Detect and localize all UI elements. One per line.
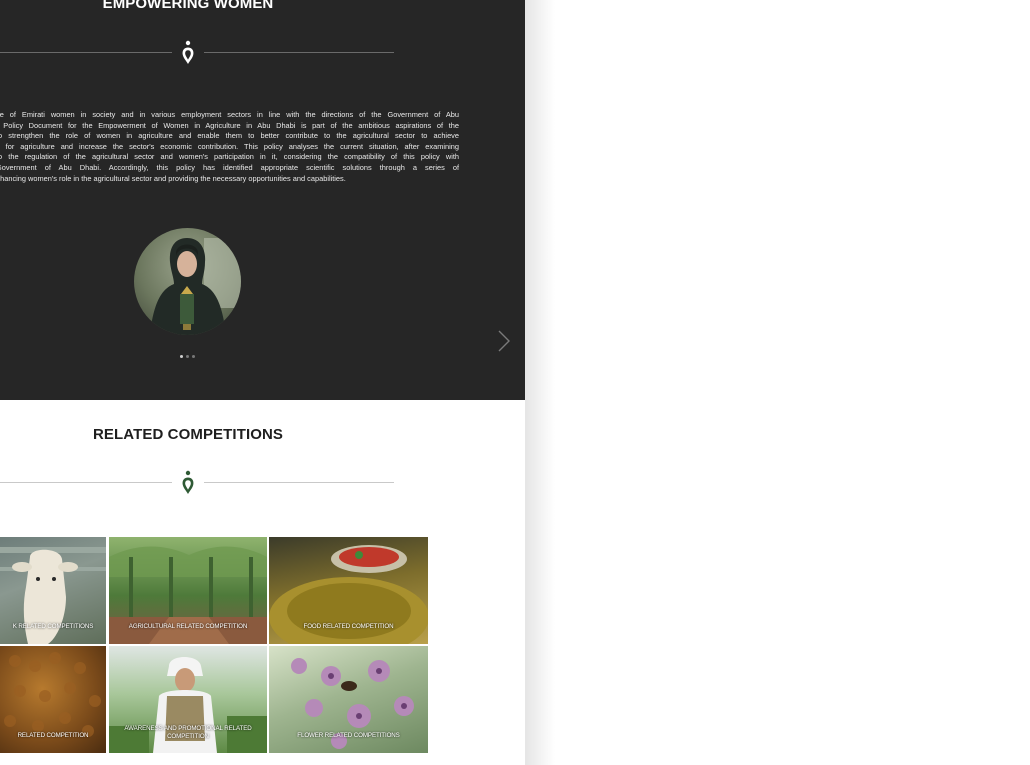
competition-tile-awareness[interactable]: AWARENESS AND PROMOTIONAL RELATED COMPET…: [109, 646, 267, 753]
competition-tile-label: AGRICULTURAL RELATED COMPETITION: [128, 622, 248, 630]
carousel-dot[interactable]: [180, 355, 183, 358]
divider-line-right: [204, 482, 394, 483]
competition-tile-label: K RELATED COMPETITIONS: [12, 622, 94, 630]
paragraph-line: s for agriculture and increase the secto…: [0, 141, 459, 151]
competition-tile-label: FLOWER RELATED COMPETITIONS: [297, 731, 400, 739]
ornament-icon: [182, 470, 194, 494]
page-panel: EMPOWERING WOMEN ce of Emirati women in …: [0, 0, 525, 765]
woman-portrait-image: [150, 238, 241, 335]
paragraph-line: to the regulation of the agricultural se…: [0, 152, 459, 162]
competitions-grid: K RELATED COMPETITIONS AGRICULTURAL RELA…: [0, 537, 428, 753]
section-title-empowering: EMPOWERING WOMEN: [102, 0, 274, 12]
section-divider: [0, 468, 394, 496]
carousel-slide-avatar: [134, 228, 241, 335]
competition-tile-food[interactable]: FOOD RELATED COMPETITION: [269, 537, 428, 644]
divider-line-left: [0, 482, 172, 483]
empowering-women-section: EMPOWERING WOMEN ce of Emirati women in …: [0, 0, 525, 400]
competition-tile-label-line: COMPETITION: [167, 732, 209, 740]
competition-tile-honey[interactable]: RELATED COMPETITION: [0, 646, 106, 753]
competition-tile-agricultural[interactable]: AGRICULTURAL RELATED COMPETITION: [109, 537, 267, 644]
divider-line-left: [0, 52, 172, 53]
competition-tile-label: RELATED COMPETITION: [17, 731, 89, 739]
carousel-dot[interactable]: [186, 355, 189, 358]
carousel-dot[interactable]: [192, 355, 195, 358]
paragraph-line: nhancing women's role in the agricultura…: [0, 173, 346, 183]
paragraph-line: ce of Emirati women in society and in va…: [0, 110, 459, 119]
competition-tile-label: FOOD RELATED COMPETITION: [303, 622, 394, 630]
paragraph-line: l Policy Document for the Empowerment of…: [0, 120, 459, 130]
carousel-dots: [180, 345, 198, 358]
chevron-right-icon[interactable]: [497, 329, 511, 353]
competition-tile-livestock[interactable]: K RELATED COMPETITIONS: [0, 537, 106, 644]
paragraph-line: to strengthen the role of women in agric…: [0, 131, 459, 141]
competition-tile-flower[interactable]: FLOWER RELATED COMPETITIONS: [269, 646, 428, 753]
paragraph-line: Government of Abu Dhabi. Accordingly, th…: [0, 162, 459, 172]
section-divider: [0, 38, 394, 66]
competition-tile-label: AWARENESS AND PROMOTIONAL RELATED COMPET…: [109, 725, 267, 740]
description-paragraph: ce of Emirati women in society and in va…: [0, 110, 459, 184]
divider-line-right: [204, 52, 394, 53]
section-title-competitions: RELATED COMPETITIONS: [92, 426, 284, 443]
ornament-icon: [182, 40, 194, 64]
page-shadow: [525, 0, 555, 765]
competition-tile-label-line: AWARENESS AND PROMOTIONAL RELATED: [124, 725, 252, 733]
